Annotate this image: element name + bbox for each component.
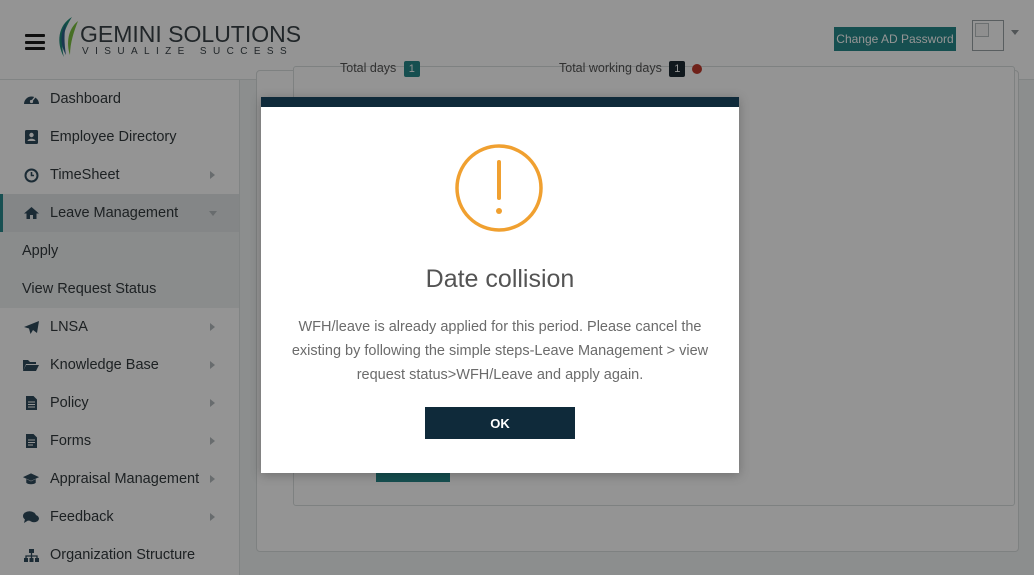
ok-button[interactable]: OK (425, 407, 575, 439)
dialog-title: Date collision (425, 265, 575, 293)
date-collision-dialog: Date collision WFH/leave is already appl… (261, 97, 739, 473)
exclamation-circle-icon (455, 144, 543, 232)
dialog-message: WFH/leave is already applied for this pe… (291, 319, 709, 383)
